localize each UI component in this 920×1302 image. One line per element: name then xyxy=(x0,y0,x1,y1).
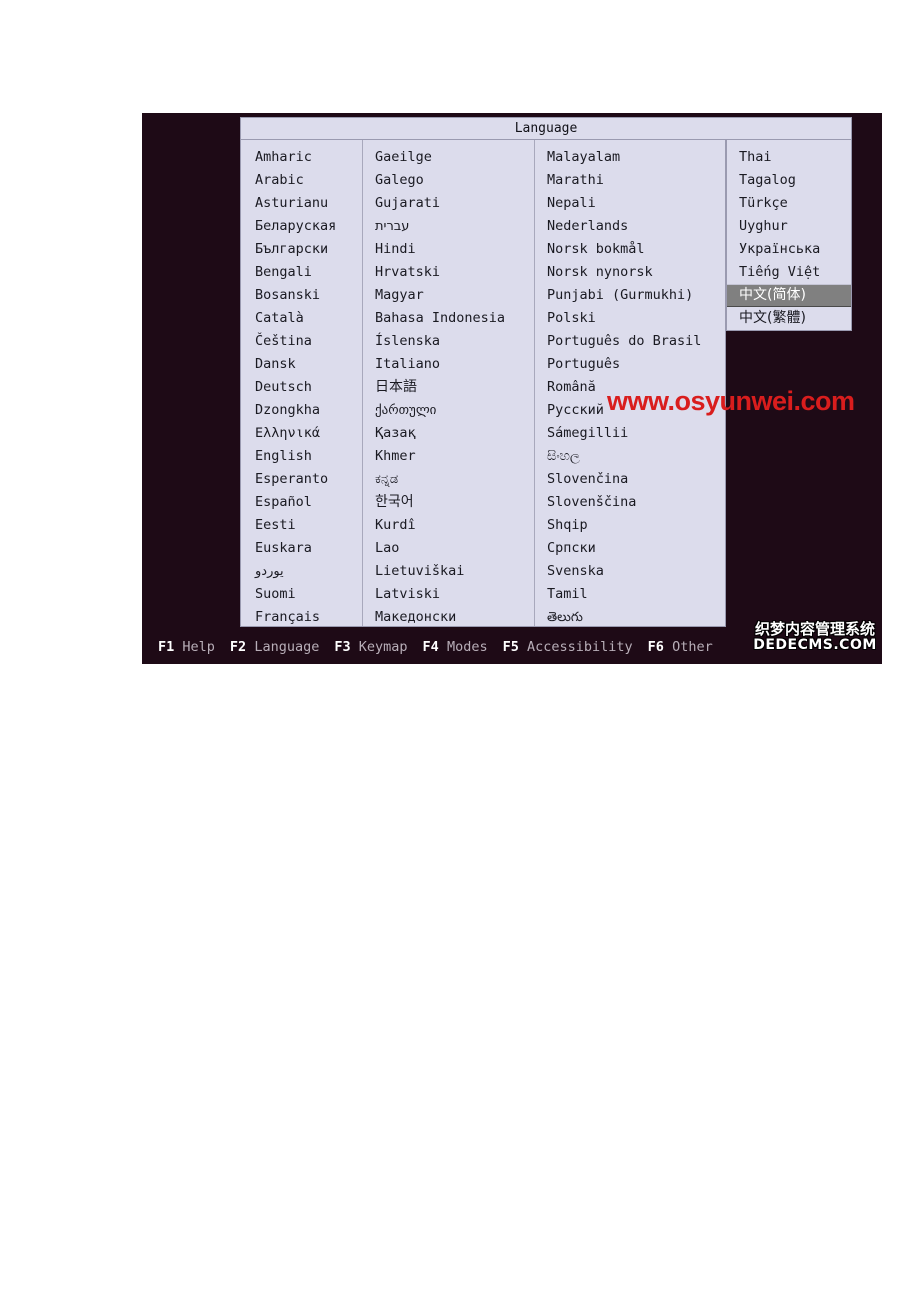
language-option[interactable]: Norsk nynorsk xyxy=(535,261,725,284)
watermark-dedecms-cn: 织梦内容管理系统 xyxy=(754,620,875,638)
language-option[interactable]: 中文(繁體) xyxy=(727,307,851,330)
language-option[interactable]: Nepali xyxy=(535,192,725,215)
language-column-2[interactable]: Gaeilge Galego Gujarati עברית Hindi Hrvatski M… xyxy=(363,140,535,626)
language-option[interactable]: Marathi xyxy=(535,169,725,192)
function-key-label-f4[interactable]: Modes xyxy=(447,639,488,655)
function-key-f4[interactable]: F4 xyxy=(423,639,439,655)
language-option[interactable]: Thai xyxy=(727,146,851,169)
language-option[interactable]: Nederlands xyxy=(535,215,725,238)
language-option[interactable]: Slovenčina xyxy=(535,468,725,491)
language-option[interactable]: ಕನ್ನಡ xyxy=(363,468,534,491)
function-key-f5[interactable]: F5 xyxy=(503,639,519,655)
function-key-f2[interactable]: F2 xyxy=(230,639,246,655)
language-option[interactable]: 한국어 xyxy=(363,491,534,514)
language-option[interactable]: Svenska xyxy=(535,560,725,583)
language-option[interactable]: Gaeilge xyxy=(363,146,534,169)
language-option[interactable]: සිංහල xyxy=(535,445,725,468)
language-option[interactable]: Norsk bokmål xyxy=(535,238,725,261)
language-selection-dialog: Language Amharic Arabic Asturianu Беларуска… xyxy=(240,117,854,629)
language-option[interactable]: Polski xyxy=(535,307,725,330)
language-column-4-panel[interactable]: Thai Tagalog Türkçe Uyghur Українська Tiếng V… xyxy=(726,139,852,331)
function-key-label-f1[interactable]: Help xyxy=(182,639,215,655)
language-option[interactable]: Latviski xyxy=(363,583,534,606)
language-option[interactable]: Македонски xyxy=(363,606,534,629)
language-option[interactable]: Català xyxy=(241,307,362,330)
language-option[interactable]: Uyghur xyxy=(727,215,851,238)
language-option[interactable]: Suomi xyxy=(241,583,362,606)
language-option[interactable]: 中文(简体) xyxy=(727,284,851,307)
language-option[interactable]: Tamil xyxy=(535,583,725,606)
function-key-f3[interactable]: F3 xyxy=(334,639,350,655)
watermark-url-text: www.osyunwei.com xyxy=(607,386,855,416)
dialog-title: Language xyxy=(240,117,852,139)
language-option[interactable]: Amharic xyxy=(241,146,362,169)
language-option[interactable]: ქართული xyxy=(363,399,534,422)
function-key-label-f6[interactable]: Other xyxy=(672,639,713,655)
language-option[interactable]: Galego xyxy=(363,169,534,192)
language-option[interactable]: Eesti xyxy=(241,514,362,537)
language-option[interactable]: Dansk xyxy=(241,353,362,376)
function-key-f1[interactable]: F1 xyxy=(158,639,174,655)
language-option[interactable]: Arabic xyxy=(241,169,362,192)
language-column-3[interactable]: Malayalam Marathi Nepali Nederlands Norsk bo… xyxy=(535,140,725,626)
language-option[interactable]: Čeština xyxy=(241,330,362,353)
language-option[interactable]: Íslenska xyxy=(363,330,534,353)
language-option[interactable]: Ελληνικά xyxy=(241,422,362,445)
page-canvas: Language Amharic Arabic Asturianu Беларуска… xyxy=(0,0,920,1302)
language-option[interactable]: Қазақ xyxy=(363,422,534,445)
language-option[interactable]: Kurdî xyxy=(363,514,534,537)
language-option[interactable]: Malayalam xyxy=(535,146,725,169)
language-option[interactable]: Bosanski xyxy=(241,284,362,307)
language-option[interactable]: Slovenščina xyxy=(535,491,725,514)
watermark-dedecms-en: DEDECMS.COM xyxy=(753,637,877,653)
language-option[interactable]: Български xyxy=(241,238,362,261)
language-option[interactable]: Asturianu xyxy=(241,192,362,215)
language-option[interactable]: Khmer xyxy=(363,445,534,468)
language-option[interactable]: עברית xyxy=(363,215,534,238)
language-option[interactable]: Português do Brasil xyxy=(535,330,725,353)
language-option[interactable]: Sámegillii xyxy=(535,422,725,445)
language-option[interactable]: Shqip xyxy=(535,514,725,537)
language-option[interactable]: Magyar xyxy=(363,284,534,307)
language-option[interactable]: Lao xyxy=(363,537,534,560)
language-option[interactable]: Bengali xyxy=(241,261,362,284)
language-option[interactable]: Euskara xyxy=(241,537,362,560)
language-option[interactable]: Punjabi (Gurmukhi) xyxy=(535,284,725,307)
language-column-1[interactable]: Amharic Arabic Asturianu Беларуская Българск… xyxy=(241,140,363,626)
language-option[interactable]: Українська xyxy=(727,238,851,261)
language-option[interactable]: Tiếng Việt xyxy=(727,261,851,284)
language-option[interactable]: Bahasa Indonesia xyxy=(363,307,534,330)
language-option[interactable]: 日本語 xyxy=(363,376,534,399)
language-option[interactable]: Lietuviškai xyxy=(363,560,534,583)
language-option[interactable]: Italiano xyxy=(363,353,534,376)
function-key-label-f3[interactable]: Keymap xyxy=(359,639,408,655)
function-key-label-f2[interactable]: Language xyxy=(254,639,319,655)
language-option[interactable]: Tagalog xyxy=(727,169,851,192)
language-option[interactable]: English xyxy=(241,445,362,468)
language-option[interactable]: Hrvatski xyxy=(363,261,534,284)
language-option[interactable]: Português xyxy=(535,353,725,376)
language-list[interactable]: Amharic Arabic Asturianu Беларуская Българск… xyxy=(240,139,726,627)
language-option[interactable]: Dzongkha xyxy=(241,399,362,422)
language-option[interactable]: Esperanto xyxy=(241,468,362,491)
function-key-f6[interactable]: F6 xyxy=(648,639,664,655)
language-option[interactable]: తెలుగు xyxy=(535,606,725,629)
language-option[interactable]: Gujarati xyxy=(363,192,534,215)
function-key-label-f5[interactable]: Accessibility xyxy=(527,639,633,655)
language-option[interactable]: Беларуская xyxy=(241,215,362,238)
watermark-dedecms: 织梦内容管理系统 DEDECMS.COM xyxy=(752,620,878,653)
language-option[interactable]: Hindi xyxy=(363,238,534,261)
language-option[interactable]: Deutsch xyxy=(241,376,362,399)
language-option[interactable]: Français xyxy=(241,606,362,629)
language-option[interactable]: Español xyxy=(241,491,362,514)
language-option[interactable]: Српски xyxy=(535,537,725,560)
language-option[interactable]: یوردو xyxy=(241,560,362,583)
language-option[interactable]: Türkçe xyxy=(727,192,851,215)
